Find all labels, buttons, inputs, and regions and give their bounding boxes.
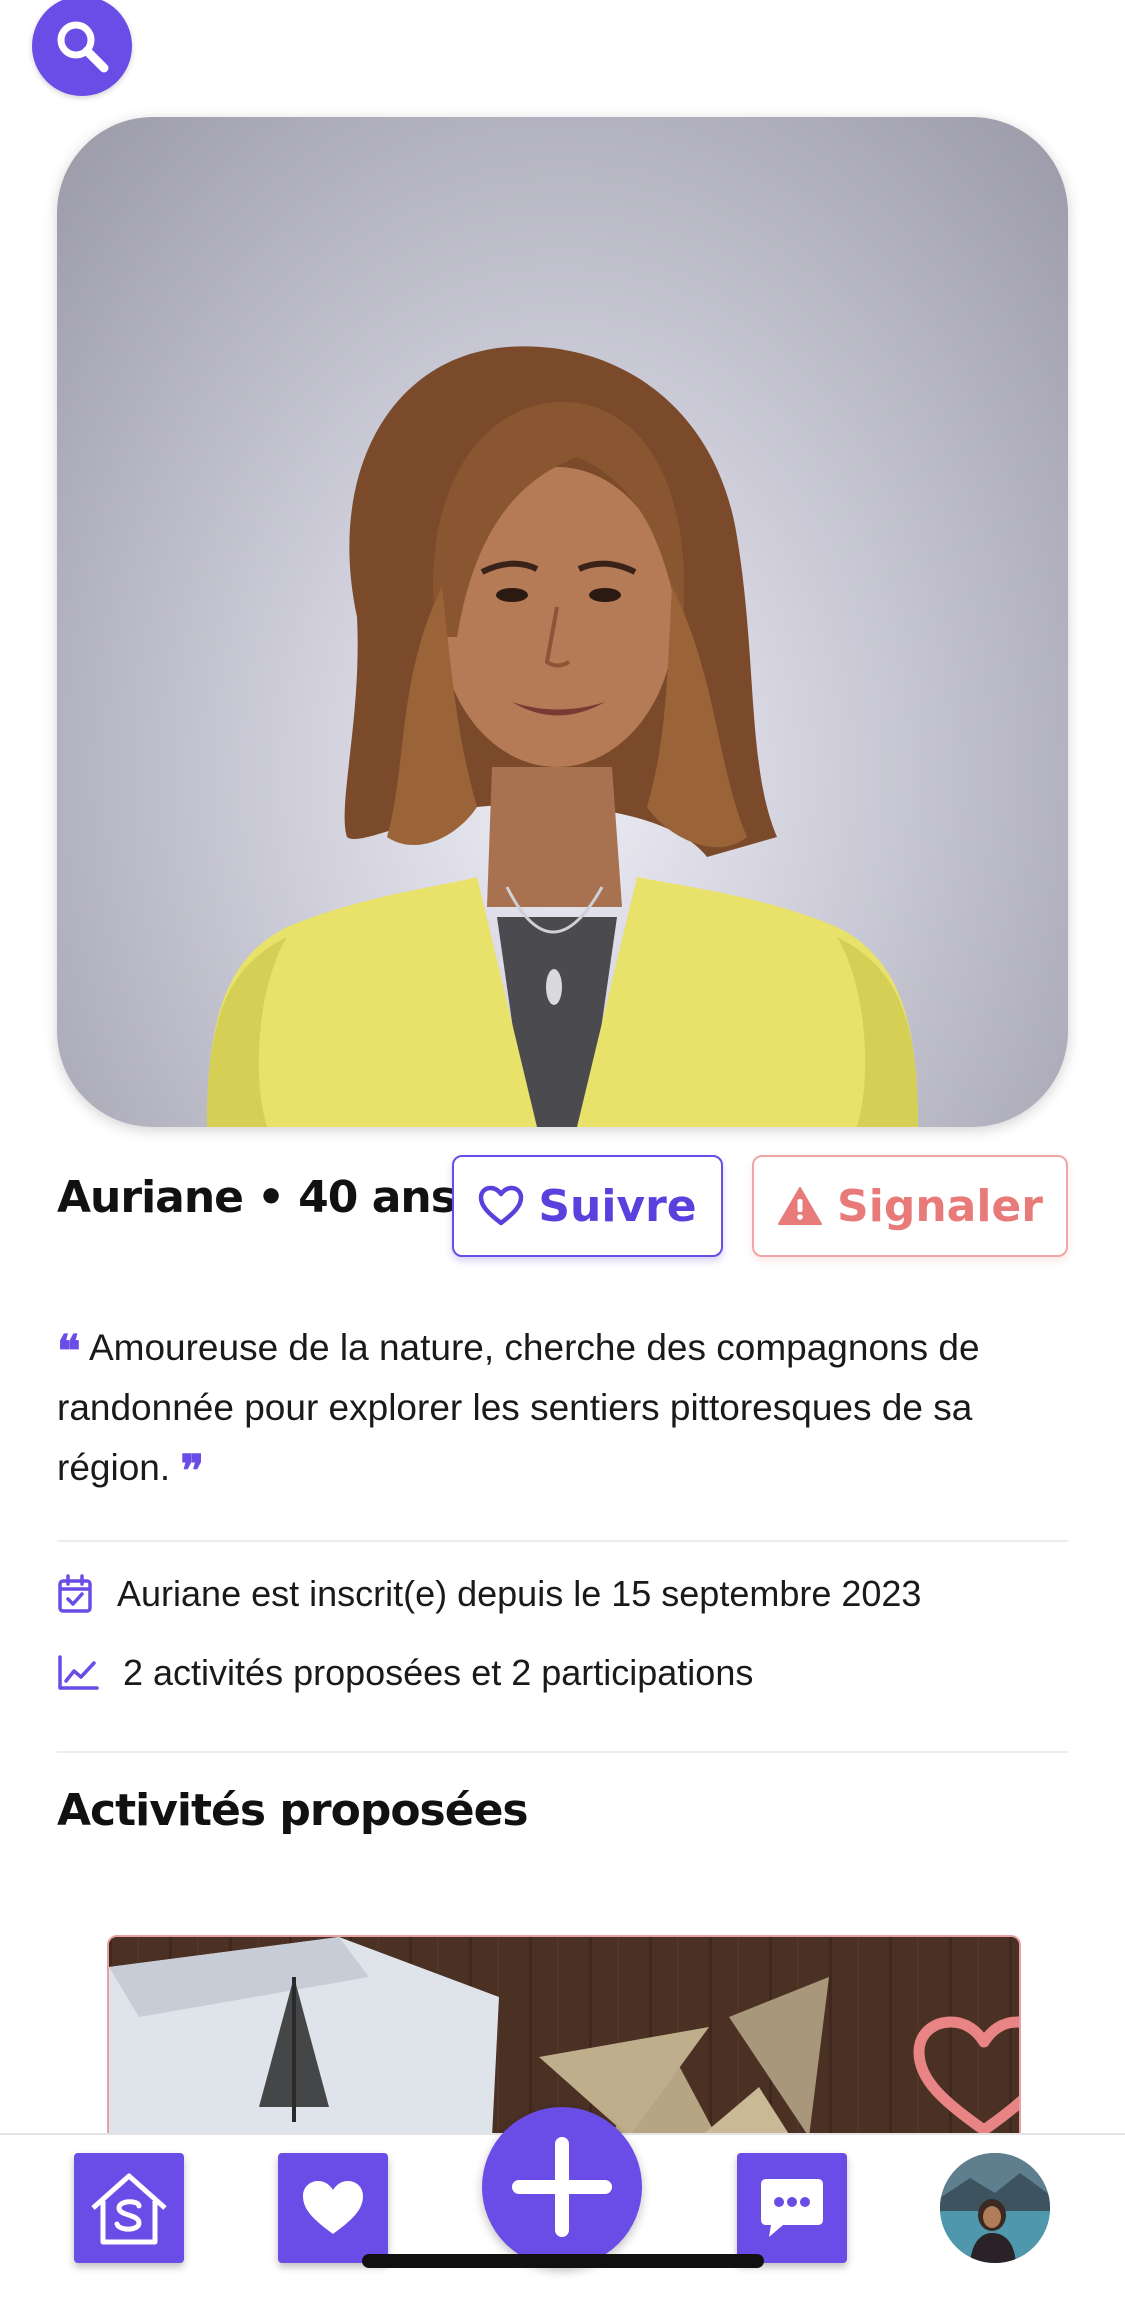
calendar-check-icon [58, 1574, 92, 1613]
heart-icon [303, 2181, 363, 2234]
profile-name: Auriane [57, 1172, 244, 1223]
profile-age: 40 ans [298, 1172, 457, 1223]
plus-icon [512, 2137, 612, 2237]
bottom-navigation [0, 2107, 1125, 2297]
follow-label: Suivre [538, 1180, 697, 1232]
follow-button[interactable]: Suivre [452, 1155, 723, 1257]
registered-info: Auriane est inscrit(e) depuis le 15 sept… [57, 1573, 921, 1615]
warning-icon [778, 1187, 823, 1225]
report-label: Signaler [837, 1180, 1043, 1232]
nav-home-button[interactable] [74, 2153, 184, 2263]
activities-text: 2 activités proposées et 2 participation… [123, 1652, 754, 1693]
name-separator: • [257, 1172, 285, 1223]
divider [57, 1540, 1068, 1542]
profile-bio: ❝ Amoureuse de la nature, cherche des co… [57, 1318, 1067, 1498]
profile-name-age: Auriane • 40 ans [57, 1172, 457, 1223]
divider [57, 1751, 1068, 1753]
section-title-proposed-activities: Activités proposées [57, 1785, 529, 1836]
avatar [940, 2153, 1050, 2263]
nav-profile-avatar[interactable] [940, 2153, 1050, 2263]
activities-info: 2 activités proposées et 2 participation… [57, 1652, 753, 1694]
open-quote-icon: ❝ [57, 1326, 81, 1377]
nav-messages-button[interactable] [737, 2153, 847, 2263]
search-button[interactable] [32, 0, 132, 96]
profile-photo [57, 117, 1068, 1127]
chat-bubble-icon [761, 2179, 823, 2237]
report-button[interactable]: Signaler [752, 1155, 1068, 1257]
nav-likes-button[interactable] [278, 2153, 388, 2263]
heart-outline-icon [479, 1185, 524, 1226]
nav-add-activity-button[interactable] [482, 2107, 642, 2267]
close-quote-icon: ❞ [180, 1446, 205, 1497]
home-indicator [362, 2254, 764, 2268]
search-icon [57, 21, 109, 73]
favorite-heart-icon[interactable] [909, 2012, 1021, 2142]
registered-text: Auriane est inscrit(e) depuis le 15 sept… [117, 1573, 922, 1614]
chart-line-icon [58, 1655, 99, 1690]
home-icon [91, 2173, 167, 2245]
